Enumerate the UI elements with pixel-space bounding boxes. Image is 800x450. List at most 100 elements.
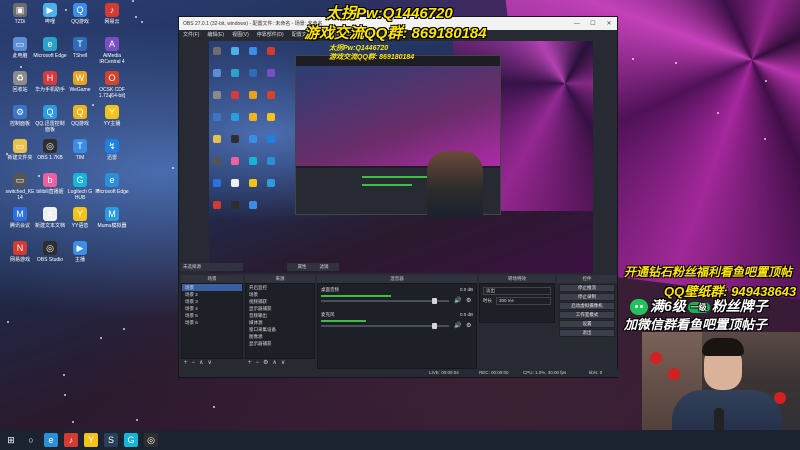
stop-streaming-button[interactable]: 停止推流 [559, 284, 615, 292]
desktop-icon[interactable]: H 华为手机助手 [33, 71, 67, 93]
stop-recording-button[interactable]: 停止录制 [559, 293, 615, 301]
desktop-icon[interactable]: M Mumu模拟器 [95, 207, 129, 229]
taskbar-search-icon[interactable]: ○ [24, 433, 38, 447]
close-button[interactable]: ✕ [601, 20, 617, 27]
transition-select[interactable]: 淡出 [483, 287, 551, 295]
desktop-icon[interactable]: T TShell [63, 37, 97, 59]
desktop-app-icon: Y [105, 105, 119, 119]
source-item[interactable]: 音频输出 [246, 312, 314, 319]
desktop-icon[interactable]: Q QQ.迅雷控制面板 [33, 105, 67, 133]
virtual-camera-button[interactable]: 启动虚拟摄像机 [559, 302, 615, 310]
scene-item[interactable]: 场景 4 [182, 305, 242, 312]
desktop-icon-label: Microsoft Edge [95, 189, 129, 195]
menu-docks[interactable]: 停靠部件(D) [257, 31, 284, 38]
speaker-icon[interactable]: 🔊 [454, 322, 461, 329]
desktop-icon[interactable]: e Microsoft Edge [95, 173, 129, 195]
gear-icon[interactable]: ⚙ [466, 297, 471, 304]
desktop-icon[interactable]: Y YY主播 [95, 105, 129, 127]
volume-slider[interactable] [321, 323, 449, 329]
source-item[interactable]: 场景 [246, 291, 314, 298]
desktop-icon[interactable]: ≡ 新建文本文档 [33, 207, 67, 229]
desktop-icon[interactable]: G Logitech G HUB [63, 173, 97, 201]
scene-item[interactable]: 场景 3 [182, 298, 242, 305]
source-item[interactable]: 视频捕获 [246, 298, 314, 305]
source-settings-gear-icon[interactable]: ⚙ [263, 359, 268, 367]
scene-item[interactable]: 场景 6 [182, 319, 242, 326]
overlay-fan-badge-text: 粉丝牌子 [711, 298, 768, 314]
desktop-icon[interactable]: N 网易游戏 [3, 241, 37, 263]
menu-file[interactable]: 文件(F) [183, 31, 199, 38]
obs-preview-canvas[interactable]: 太拐Pw:Q1446720 游戏交流QQ群: 869180184 [209, 41, 593, 273]
desktop-icon[interactable]: e Microsoft Edge [33, 37, 67, 59]
minimize-button[interactable]: — [569, 21, 585, 27]
desktop-icon[interactable]: ▣ TZDi [3, 3, 37, 25]
menu-view[interactable]: 视图(V) [232, 31, 249, 38]
preview-desktop-icon [267, 91, 275, 99]
desktop-icon[interactable]: ⚙ 控制面板 [3, 105, 37, 127]
remove-source-icon[interactable]: − [256, 359, 260, 367]
desktop-icon[interactable]: ▭ 新建文件夹 [3, 139, 37, 161]
desktop-icon[interactable]: W WeGame [63, 71, 97, 93]
move-up-icon[interactable]: ∧ [272, 359, 276, 367]
source-item[interactable]: 显示器捕获 [246, 305, 314, 312]
desktop-icon[interactable]: O OCSK CDF 1.73 [64-bit] [95, 71, 129, 99]
desktop-icon[interactable]: b bilibili直播姬 [33, 173, 67, 195]
mixer-dock-title: 混音器 [317, 275, 477, 283]
desktop-icon[interactable]: ▶ 哔哩 [33, 3, 67, 25]
taskbar-start-icon[interactable]: ⊞ [4, 433, 18, 447]
taskbar-netease-icon[interactable]: ♪ [64, 433, 78, 447]
desktop-icon[interactable]: Q QQ游戏 [63, 3, 97, 25]
exit-button[interactable]: 退出 [559, 329, 615, 337]
desktop-icon-label: 网易云 [104, 19, 120, 25]
desktop-icon[interactable]: Q QQ游戏 [63, 105, 97, 127]
desktop-icon[interactable]: T TIM [63, 139, 97, 161]
speaker-icon[interactable]: 🔊 [454, 297, 461, 304]
desktop-icon[interactable]: ♻ 回收站 [3, 71, 37, 93]
volume-slider-thumb[interactable] [432, 298, 437, 304]
preview-desktop-icon [249, 157, 257, 165]
scene-item[interactable]: 场景 [182, 284, 242, 291]
taskbar-obs-icon[interactable]: ◎ [144, 433, 158, 447]
source-item[interactable]: 图像源 [246, 333, 314, 340]
desktop-icon[interactable]: Y YY语音 [63, 207, 97, 229]
taskbar-steam-icon[interactable]: S [104, 433, 118, 447]
scene-item[interactable]: 场景 5 [182, 312, 242, 319]
desktop-icon[interactable]: ▭ 此电脑 [3, 37, 37, 59]
nested-meter-2 [362, 184, 412, 186]
add-source-icon[interactable]: + [248, 359, 252, 367]
settings-button[interactable]: 设置 [559, 320, 615, 328]
scenes-list: 场景 场景 2 场景 3 场景 4 场景 5 场景 6 [181, 283, 243, 359]
taskbar-ghub-icon[interactable]: G [124, 433, 138, 447]
move-down-icon[interactable]: ∨ [207, 359, 211, 367]
desktop-icon[interactable]: ▶ 主播 [63, 241, 97, 263]
taskbar-edge-icon[interactable]: e [44, 433, 58, 447]
move-down-icon[interactable]: ∨ [281, 359, 285, 367]
desktop-icon[interactable]: ♪ 网易云 [95, 3, 129, 25]
volume-slider[interactable] [321, 298, 449, 304]
desktop-app-icon: ≡ [43, 207, 57, 221]
desktop-icon[interactable]: ◎ OBS 1.7KB [33, 139, 67, 161]
filters-button[interactable]: 滤镜 [309, 263, 339, 271]
volume-slider-thumb[interactable] [432, 323, 437, 329]
menu-edit[interactable]: 编辑(E) [207, 31, 224, 38]
taskbar-yy-icon[interactable]: Y [84, 433, 98, 447]
studio-mode-button[interactable]: 工作室模式 [559, 311, 615, 319]
move-up-icon[interactable]: ∧ [199, 359, 203, 367]
maximize-button[interactable]: ☐ [585, 20, 601, 27]
desktop-icon[interactable]: ▭ switched_KE 14 [3, 173, 37, 201]
source-item[interactable]: 窗口采集设备 [246, 326, 314, 333]
sources-list: 开启监控 场景 视频捕获 显示器捕获 音频输出 媒体源 窗口采集设备 图像源 显… [245, 283, 315, 359]
gear-icon[interactable]: ⚙ [466, 322, 471, 329]
desktop-icon[interactable]: ◎ OBS Studio [33, 241, 67, 263]
source-item[interactable]: 显示器捕获 [246, 340, 314, 347]
scene-item[interactable]: 场景 2 [182, 291, 242, 298]
desktop-icon[interactable]: M 腾讯会议 [3, 207, 37, 229]
source-item[interactable]: 媒体源 [246, 319, 314, 326]
desktop-icon[interactable]: ↯ 迅雷 [95, 139, 129, 161]
add-scene-icon[interactable]: + [184, 359, 188, 367]
duration-input[interactable]: 300 ms [496, 297, 551, 305]
source-item[interactable]: 开启监控 [246, 284, 314, 291]
desktop-icon[interactable]: A AiMedia IRCentral 4 [95, 37, 129, 65]
desktop-icon-label: 新建文件夹 [7, 155, 33, 161]
remove-scene-icon[interactable]: − [192, 359, 196, 367]
